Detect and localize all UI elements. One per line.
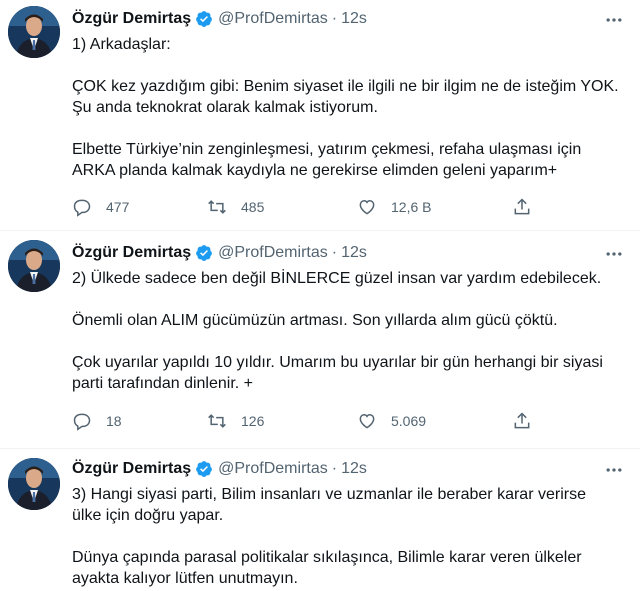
avatar-image xyxy=(8,6,60,58)
verified-badge-icon xyxy=(196,245,213,261)
avatar[interactable] xyxy=(8,6,60,58)
retweet-count: 485 xyxy=(241,199,265,215)
avatar[interactable] xyxy=(8,240,60,292)
tweet-text: 2) Ülkede sadece ben değil BİNLERCE güze… xyxy=(72,268,612,394)
like-button[interactable]: 5.069 xyxy=(357,409,426,433)
reply-button[interactable]: 477 xyxy=(72,195,129,219)
retweet-count: 126 xyxy=(241,413,265,429)
tweet-line: ARKA planda kalmak kaydıyla ne gerekirse… xyxy=(72,162,558,179)
separator-dot: · xyxy=(331,460,338,477)
author-handle[interactable]: @ProfDemirtas xyxy=(218,244,328,262)
tweet-line: 2) Ülkede sadece ben değil BİNLERCE güze… xyxy=(72,270,602,287)
author-handle[interactable]: @ProfDemirtas xyxy=(218,460,328,478)
share-icon xyxy=(514,412,530,429)
tweet-line: Dünya çapında parasal politikalar sıkıla… xyxy=(72,549,582,566)
reply-button[interactable]: 18 xyxy=(72,409,122,433)
separator-dot: · xyxy=(331,10,338,27)
avatar-image xyxy=(8,240,60,292)
more-dots-icon[interactable] xyxy=(604,244,624,264)
tweet-line: Önemli olan ALIM gücümüzün artması. Son … xyxy=(72,312,558,329)
tweet-text: 3) Hangi siyasi parti, Bilim insanları v… xyxy=(72,484,612,589)
like-count: 12,6 B xyxy=(391,199,432,215)
tweet-line: Şu anda teknokrat olarak kalmak istiyoru… xyxy=(72,99,378,116)
retweet-button[interactable]: 485 xyxy=(207,195,264,219)
author-handle[interactable]: @ProfDemirtas xyxy=(218,10,328,28)
reply-icon xyxy=(73,413,91,431)
like-count: 5.069 xyxy=(391,413,427,429)
more-dots-icon[interactable] xyxy=(604,10,624,30)
author-name[interactable]: Özgür Demirtaş xyxy=(72,244,191,262)
tweet-time[interactable]: 12s xyxy=(341,244,367,262)
tweet-line: ÇOK kez yazdığım gibi: Benim siyaset ile… xyxy=(72,78,619,95)
tweet-line: parti tarafından dinlenir. + xyxy=(72,375,254,392)
reply-count: 18 xyxy=(106,413,122,429)
reply-icon xyxy=(73,199,91,217)
retweet-button[interactable]: 126 xyxy=(207,409,264,433)
tweet-line: 3) Hangi siyasi parti, Bilim insanları v… xyxy=(72,486,586,503)
retweet-icon xyxy=(208,414,226,428)
tweet-1[interactable]: Özgür Demirtaş @ProfDemirtas · 12s 1) Ar… xyxy=(0,0,640,230)
author-name[interactable]: Özgür Demirtaş xyxy=(72,460,191,478)
heart-icon xyxy=(359,199,375,215)
like-button[interactable]: 12,6 B xyxy=(357,195,431,219)
tweet-line: ayakta kalıyor lütfen unutmayın. xyxy=(72,570,298,587)
author-name[interactable]: Özgür Demirtaş xyxy=(72,10,191,28)
tweet-line: ülke için doğru yapar. xyxy=(72,507,224,524)
tweet-line: Elbette Türkiye’nin zenginleşmesi, yatır… xyxy=(72,141,582,158)
avatar-image xyxy=(8,458,60,510)
tweet-time[interactable]: 12s xyxy=(341,10,367,28)
share-button[interactable] xyxy=(512,409,532,433)
heart-icon xyxy=(359,413,375,429)
share-icon xyxy=(514,198,530,215)
tweet-2[interactable]: Özgür Demirtaş @ProfDemirtas · 12s 2) Ül… xyxy=(0,230,640,448)
tweet-line: 1) Arkadaşlar: xyxy=(72,36,171,53)
tweet-time[interactable]: 12s xyxy=(341,460,367,478)
more-dots-icon[interactable] xyxy=(604,460,624,480)
share-button[interactable] xyxy=(512,195,532,219)
tweet-actions: 477 485 12,6 B xyxy=(72,195,542,219)
verified-badge-icon xyxy=(196,11,213,27)
avatar[interactable] xyxy=(8,458,60,510)
retweet-icon xyxy=(208,200,226,214)
tweet-line: Çok uyarılar yapıldı 10 yıldır. Umarım b… xyxy=(72,354,603,371)
separator-dot: · xyxy=(331,244,338,261)
tweet-text: 1) Arkadaşlar: ÇOK kez yazdığım gibi: Be… xyxy=(72,34,619,181)
verified-badge-icon xyxy=(196,461,213,477)
tweet-actions: 18 126 5.069 xyxy=(72,409,542,433)
reply-count: 477 xyxy=(106,199,130,215)
tweet-3[interactable]: Özgür Demirtaş @ProfDemirtas · 12s 3) Ha… xyxy=(0,448,640,591)
